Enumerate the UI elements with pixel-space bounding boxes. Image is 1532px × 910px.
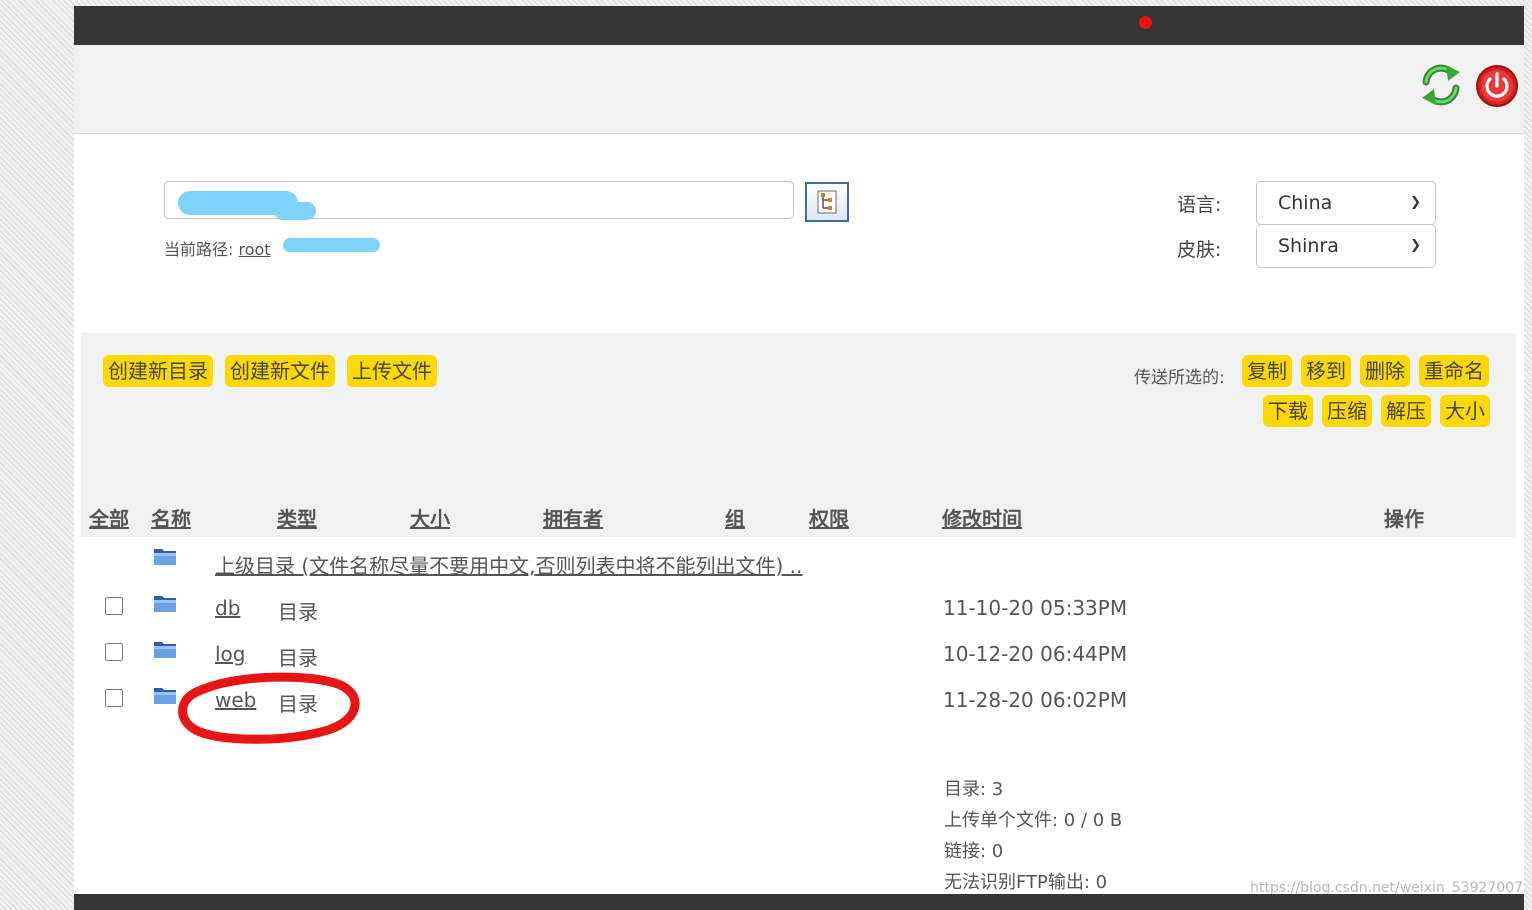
skin-select[interactable]: Shinra ❯ bbox=[1256, 224, 1436, 268]
top-bar bbox=[74, 6, 1524, 45]
send-selected-label: 传送所选的: bbox=[1134, 368, 1225, 388]
file-type: 目录 bbox=[278, 692, 318, 716]
folder-icon bbox=[154, 642, 176, 658]
chevron-down-icon: ❯ bbox=[1410, 238, 1421, 253]
language-select[interactable]: China ❯ bbox=[1256, 181, 1436, 225]
current-path-label: 当前路径: bbox=[164, 240, 234, 259]
file-name-link[interactable]: log bbox=[215, 642, 246, 666]
header-group[interactable]: 组 bbox=[725, 503, 745, 532]
header-size[interactable]: 大小 bbox=[410, 503, 450, 532]
row-checkbox[interactable] bbox=[105, 597, 123, 615]
upload-file-button[interactable]: 上传文件 bbox=[347, 355, 437, 387]
folder-icon bbox=[154, 596, 176, 612]
header-select-all[interactable]: 全部 bbox=[89, 503, 129, 532]
file-type: 目录 bbox=[278, 646, 318, 670]
language-label: 语言: bbox=[1177, 194, 1222, 216]
file-type: 目录 bbox=[278, 600, 318, 624]
refresh-icon[interactable] bbox=[1418, 62, 1464, 108]
rename-button[interactable]: 重命名 bbox=[1419, 355, 1489, 387]
header-permissions[interactable]: 权限 bbox=[809, 503, 849, 532]
stat-upload: 上传单个文件: 0 / 0 B bbox=[944, 810, 1123, 831]
header-type[interactable]: 类型 bbox=[277, 503, 317, 532]
bottom-bar bbox=[74, 894, 1524, 910]
toolbar bbox=[74, 45, 1524, 134]
skin-label: 皮肤: bbox=[1177, 239, 1222, 261]
compress-button[interactable]: 压缩 bbox=[1322, 395, 1372, 427]
language-value: China bbox=[1278, 192, 1333, 214]
file-name-link[interactable]: db bbox=[215, 596, 240, 620]
file-modified: 10-12-20 06:44PM bbox=[943, 642, 1128, 666]
header-name[interactable]: 名称 bbox=[151, 503, 191, 532]
header-operations: 操作 bbox=[1384, 507, 1424, 531]
skin-value: Shinra bbox=[1278, 235, 1339, 257]
size-button[interactable]: 大小 bbox=[1440, 395, 1490, 427]
directory-tree-button[interactable] bbox=[805, 182, 849, 222]
current-path: 当前路径: root bbox=[164, 236, 271, 260]
file-manager-window: 当前路径: root 语言: China ❯ 皮肤: Shinra ❯ 创建新目… bbox=[74, 6, 1524, 910]
extract-button[interactable]: 解压 bbox=[1381, 395, 1431, 427]
header-modified[interactable]: 修改时间 bbox=[942, 503, 1022, 532]
root-link[interactable]: root bbox=[239, 240, 271, 259]
row-checkbox[interactable] bbox=[105, 689, 123, 707]
create-file-button[interactable]: 创建新文件 bbox=[225, 355, 335, 387]
file-name-link[interactable]: web bbox=[215, 688, 256, 712]
parent-directory-link[interactable]: 上级目录 (文件名称尽量不要用中文,否则列表中将不能列出文件) .. bbox=[215, 550, 802, 579]
redacted-path bbox=[274, 202, 316, 220]
tree-icon bbox=[817, 190, 837, 214]
stat-directories: 目录: 3 bbox=[944, 779, 1004, 800]
file-modified: 11-10-20 05:33PM bbox=[943, 596, 1128, 620]
power-icon[interactable] bbox=[1475, 64, 1519, 108]
folder-icon bbox=[154, 549, 176, 565]
folder-icon bbox=[154, 688, 176, 704]
row-checkbox[interactable] bbox=[105, 643, 123, 661]
stat-unrecognized: 无法识别FTP输出: 0 bbox=[944, 872, 1108, 893]
delete-button[interactable]: 删除 bbox=[1360, 355, 1410, 387]
header-owner[interactable]: 拥有者 bbox=[543, 503, 603, 532]
recording-dot-icon bbox=[1139, 16, 1152, 29]
copy-button[interactable]: 复制 bbox=[1242, 355, 1292, 387]
chevron-down-icon: ❯ bbox=[1410, 195, 1421, 210]
stat-links: 链接: 0 bbox=[944, 841, 1004, 862]
file-modified: 11-28-20 06:02PM bbox=[943, 688, 1128, 712]
download-button[interactable]: 下载 bbox=[1263, 395, 1313, 427]
move-button[interactable]: 移到 bbox=[1301, 355, 1351, 387]
redacted-path bbox=[283, 238, 380, 252]
create-directory-button[interactable]: 创建新目录 bbox=[103, 355, 213, 387]
